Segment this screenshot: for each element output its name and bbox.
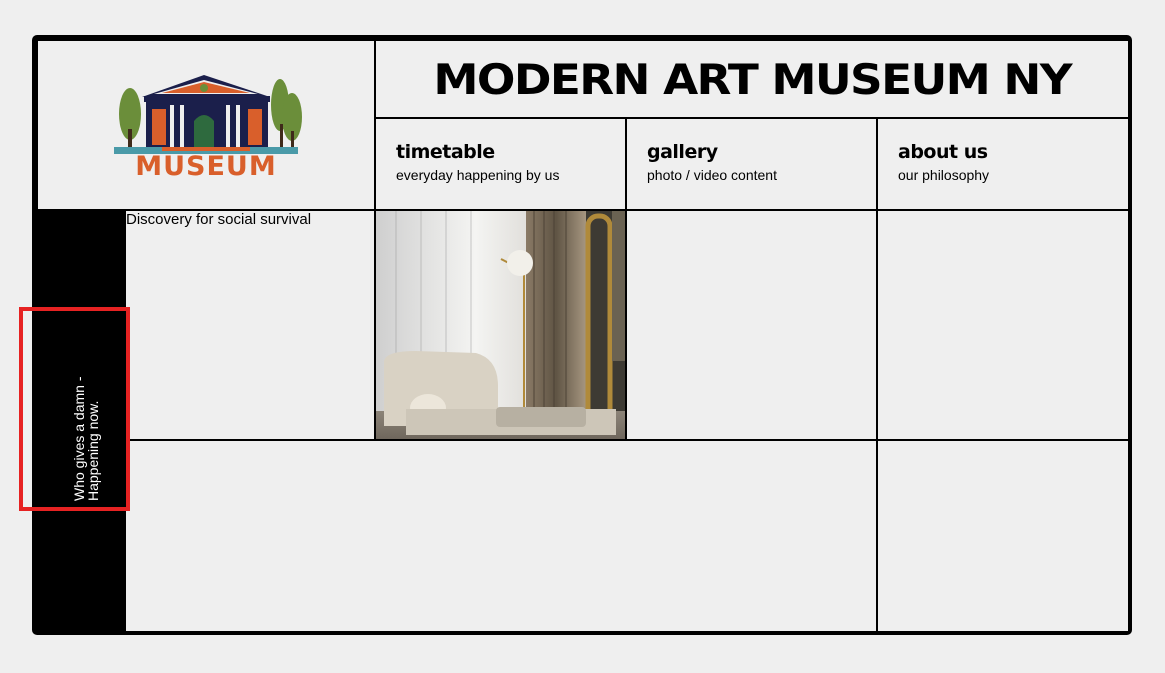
nav-timetable-subtitle: everyday happening by us: [396, 167, 560, 183]
interior-photo: [376, 211, 625, 439]
nav-timetable-label[interactable]: timetable: [396, 141, 605, 163]
empty-cell: [627, 211, 876, 439]
svg-text:MUSEUM: MUSEUM: [135, 151, 276, 181]
empty-cell: [126, 441, 876, 631]
logo-cell[interactable]: MUSEUM: [38, 41, 374, 209]
side-bar-text: Who gives a damn - Happening now.: [71, 376, 101, 502]
nav-about-us-subtitle: our philosophy: [898, 167, 990, 183]
intro-text: Discovery for social survival: [126, 211, 312, 228]
empty-cell: [878, 211, 1128, 439]
nav-about-us-label[interactable]: about us: [898, 141, 1108, 163]
side-bar: Who gives a damn - Happening now.: [38, 211, 124, 631]
nav-gallery-label[interactable]: gallery: [647, 141, 856, 163]
intro-cell: Discovery for social survival: [126, 211, 374, 439]
museum-logo: MUSEUM: [114, 75, 302, 181]
page-title: MODERN ART MUSEUM NY: [433, 54, 1072, 104]
empty-cell: [878, 441, 1128, 631]
title-cell: MODERN ART MUSEUM NY: [376, 41, 1128, 117]
nav-gallery-subtitle: photo / video content: [647, 167, 777, 183]
nav-item-timetable[interactable]: timetable everyday happening by us: [376, 119, 625, 209]
nav-item-about-us[interactable]: about us our philosophy: [878, 119, 1128, 209]
museum-layout-grid: MUSEUM MODERN ART MUSEUM NY timetable ev…: [38, 41, 1128, 631]
interior-photo-image: [376, 211, 625, 439]
nav-item-gallery[interactable]: gallery photo / video content: [627, 119, 876, 209]
